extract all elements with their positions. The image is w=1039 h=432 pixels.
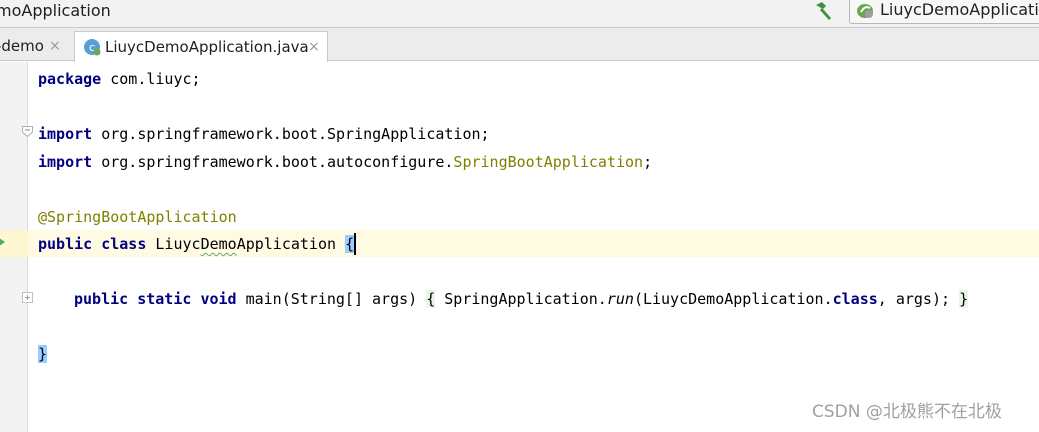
method-args: (LiuycDemoApplication. xyxy=(633,290,833,308)
title-bar: moApplication LiuycDemoApplication xyxy=(0,0,1039,28)
close-brace: } xyxy=(38,345,48,363)
open-brace: { xyxy=(345,235,355,253)
fold-collapse-icon[interactable] xyxy=(22,126,33,137)
keyword: public xyxy=(38,235,93,253)
package-name: com.liuyc; xyxy=(101,70,201,88)
close-icon[interactable]: × xyxy=(49,36,61,56)
run-icon[interactable] xyxy=(0,236,6,248)
keyword: public xyxy=(74,290,129,308)
code-line-main-method[interactable]: public static void main(String[] args) {… xyxy=(74,288,969,310)
hammer-icon[interactable] xyxy=(812,1,834,21)
run-config-label: LiuycDemoApplication xyxy=(880,0,1039,19)
code-line-import-spring-boot-application[interactable]: import org.springframework.boot.autoconf… xyxy=(38,151,652,173)
tab-liuyc-demo-application-java[interactable]: c LiuycDemoApplication.java × xyxy=(74,31,328,62)
code-line-package[interactable]: package com.liuyc; xyxy=(38,68,201,90)
method-call: SpringApplication. xyxy=(435,290,607,308)
window-title: moApplication xyxy=(0,1,111,20)
keyword: import xyxy=(38,125,93,143)
class-name-part: Demo xyxy=(200,235,237,253)
class-name-part: Liuyc xyxy=(155,235,201,253)
code-line-class-close[interactable]: } xyxy=(38,343,48,365)
close-icon[interactable]: × xyxy=(308,37,320,57)
spring-boot-run-config-icon xyxy=(857,4,873,18)
static-method-name: run xyxy=(606,290,634,308)
tab-label: -demo xyxy=(0,37,44,55)
class-name-part: Application xyxy=(236,235,346,253)
import-path: org.springframework.boot.SpringApplicati… xyxy=(92,125,490,143)
code-editor[interactable]: package com.liuyc; import org.springfram… xyxy=(0,62,1039,432)
method-signature: main(String[] args) xyxy=(236,290,427,308)
folded-open-brace[interactable]: { xyxy=(426,290,436,308)
import-path: org.springframework.boot.autoconfigure. xyxy=(92,153,454,171)
keyword: class xyxy=(101,235,147,253)
watermark: CSDN @北极熊不在北极 xyxy=(812,402,1002,422)
keyword: package xyxy=(38,70,102,88)
code-line-annotation[interactable]: @SpringBootApplication xyxy=(38,206,237,228)
unused-import-name: SpringBootApplication xyxy=(453,153,644,171)
folded-close-brace[interactable]: } xyxy=(959,290,969,308)
keyword: class xyxy=(832,290,878,308)
keyword: import xyxy=(38,153,93,171)
code-line-class-declaration[interactable]: public class LiuycDemoApplication { xyxy=(38,233,357,255)
tab-label: LiuycDemoApplication.java xyxy=(105,38,309,56)
keyword: void xyxy=(200,290,237,308)
editor-tab-bar: -demo × c LiuycDemoApplication.java × xyxy=(0,28,1039,62)
java-class-icon: c xyxy=(84,39,101,56)
semicolon: ; xyxy=(643,153,653,171)
run-configuration-selector[interactable]: LiuycDemoApplication xyxy=(849,0,1039,24)
tab-demo[interactable]: -demo × xyxy=(0,31,70,61)
fold-expand-icon[interactable] xyxy=(22,292,33,303)
method-args: , args); xyxy=(877,290,960,308)
code-line-import-spring-application[interactable]: import org.springframework.boot.SpringAp… xyxy=(38,123,490,145)
keyword: static xyxy=(137,290,192,308)
text-caret xyxy=(354,233,357,255)
